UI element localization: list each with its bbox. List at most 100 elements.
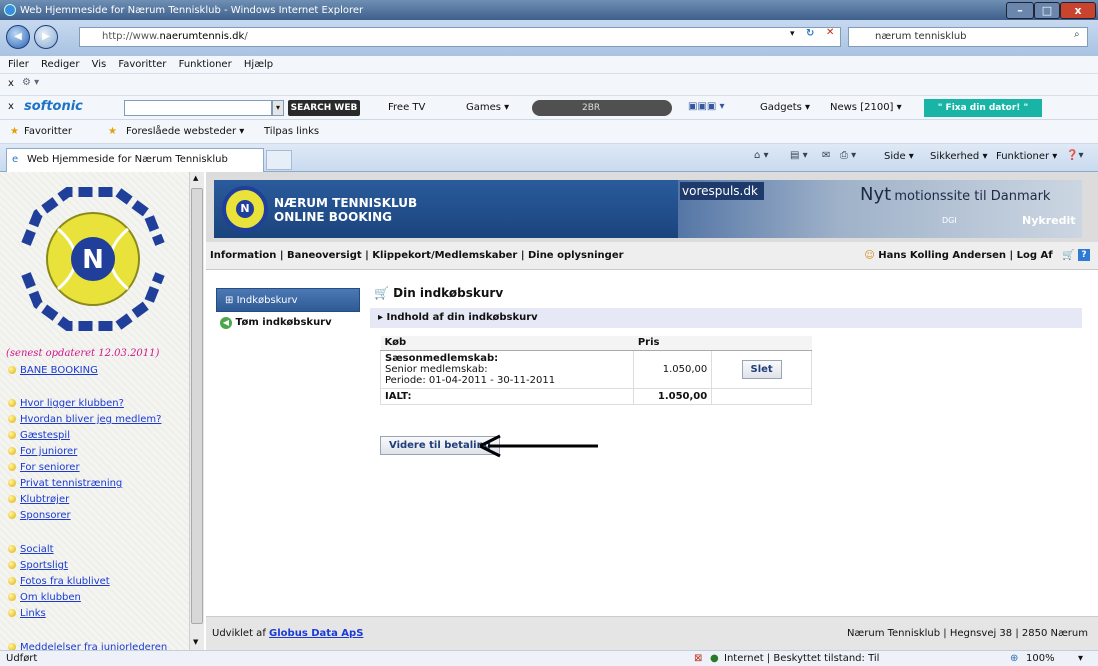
link-private-training[interactable]: Privat tennistræning: [8, 478, 122, 489]
arrow-annotation: [479, 434, 598, 458]
menu-file[interactable]: Filer: [8, 59, 29, 70]
gadgets-label: Gadgets: [760, 102, 802, 113]
empty-basket-label: Tøm indkøbskurv: [235, 317, 332, 328]
address-bar[interactable]: http://www.naerumtennis.dk/: [79, 27, 841, 47]
scroll-thumb[interactable]: [191, 188, 203, 624]
footer-developer-link[interactable]: Globus Data ApS: [269, 628, 363, 639]
site-header: N NÆRUM TENNISKLUB ONLINE BOOKING voresp…: [206, 172, 1098, 242]
search-input[interactable]: nærum tennisklub: [848, 27, 1088, 47]
empty-basket-button[interactable]: ◀ Tøm indkøbskurv: [216, 312, 361, 334]
col-item-header: Køb: [380, 336, 634, 351]
maximize-button[interactable]: □: [1034, 2, 1060, 19]
booking-banner: N NÆRUM TENNISKLUB ONLINE BOOKING voresp…: [214, 180, 1082, 238]
new-tab-button[interactable]: [266, 150, 292, 170]
link-membership[interactable]: Hvordan bliver jeg medlem?: [8, 414, 161, 425]
menu-view[interactable]: Vis: [92, 59, 107, 70]
mail-icon[interactable]: ✉: [822, 150, 830, 161]
softonic-search-input[interactable]: [124, 100, 272, 116]
item-action-cell: Slet: [711, 349, 812, 389]
safety-menu[interactable]: Sikkerhed ▾: [930, 151, 987, 162]
link-guest-play[interactable]: Gæstespil: [8, 430, 70, 441]
link-sports[interactable]: Sportsligt: [8, 560, 68, 571]
tools-menu[interactable]: Funktioner ▾: [996, 151, 1057, 162]
link-junior-messages[interactable]: Meddelelser fra juniorlederen: [8, 642, 167, 650]
updated-note: (senest opdateret 12.03.2011): [6, 348, 160, 359]
status-bar: Udført ⊠ ● Internet | Beskyttet tilstand…: [0, 650, 1098, 666]
minimize-button[interactable]: –: [1006, 2, 1034, 19]
zoom-icon[interactable]: ⊕: [1010, 651, 1018, 666]
cart-title-text: Din indkøbskurv: [393, 286, 504, 300]
search-web-button[interactable]: SEARCH WEB: [288, 100, 360, 116]
link-links[interactable]: Links: [8, 608, 46, 619]
close-toolbar-icon[interactable]: x: [8, 78, 14, 89]
add-favorite-icon[interactable]: ★: [108, 120, 117, 144]
cart-icon[interactable]: 🛒: [1062, 250, 1074, 261]
item-line1: Senior medlemskab:: [385, 363, 488, 375]
custom-links-link[interactable]: Tilpas links: [264, 120, 319, 144]
url-suffix: /: [244, 31, 248, 42]
link-juniors[interactable]: For juniorer: [8, 446, 77, 457]
help-icon[interactable]: ❓▾: [1066, 150, 1083, 161]
scroll-up-icon[interactable]: ▲: [193, 174, 198, 182]
banner-title-line2: ONLINE BOOKING: [274, 210, 392, 224]
link-location[interactable]: Hvor ligger klubben?: [8, 398, 124, 409]
left-frame: N (senest opdateret 12.03.2011) BANE BOO…: [0, 172, 204, 650]
user-logout-link[interactable]: Hans Kolling Andersen | Log Af: [878, 250, 1052, 261]
gadgets-button[interactable]: Gadgets ▾: [760, 102, 810, 113]
basket-label: Indkøbskurv: [236, 295, 298, 306]
site-footer: Udviklet af Globus Data ApS Nærum Tennis…: [206, 616, 1098, 650]
back-button[interactable]: ◀: [6, 25, 30, 49]
address-dropdown-icon[interactable]: ▾: [790, 29, 795, 39]
zone-text[interactable]: Internet | Beskyttet tilstand: Til: [724, 651, 879, 666]
print-icon[interactable]: ⎙ ▾: [840, 150, 856, 161]
suggested-sites-link[interactable]: Foreslåede websteder ▾: [126, 120, 244, 144]
help-icon[interactable]: ?: [1078, 249, 1090, 261]
free-tv-button[interactable]: Free TV: [388, 102, 425, 113]
delete-button[interactable]: Slet: [741, 359, 782, 379]
fix-computer-button[interactable]: " Fixa din dator! ": [924, 99, 1042, 117]
link-social[interactable]: Socialt: [8, 544, 54, 555]
radio-player[interactable]: 2BR: [532, 100, 672, 116]
menu-edit[interactable]: Rediger: [41, 59, 79, 70]
page-menu[interactable]: Side ▾: [884, 151, 914, 162]
favorites-button[interactable]: Favoritter: [24, 120, 72, 144]
nav-links[interactable]: Information | Baneoversigt | Klippekort/…: [210, 250, 624, 261]
banner-title-line1: NÆRUM TENNISKLUB: [274, 196, 418, 210]
link-sponsors[interactable]: Sponsorer: [8, 510, 71, 521]
softonic-dropdown-icon[interactable]: ▾: [272, 100, 284, 116]
club-logo: N: [21, 187, 165, 331]
menu-tools[interactable]: Funktioner: [179, 59, 232, 70]
link-seniors[interactable]: For seniorer: [8, 462, 80, 473]
close-softonic-icon[interactable]: x: [8, 101, 14, 112]
zoom-level[interactable]: 100%: [1026, 651, 1055, 666]
scroll-down-icon[interactable]: ▼: [193, 638, 198, 646]
forward-button[interactable]: ▶: [34, 25, 58, 49]
browser-tab[interactable]: e Web Hjemmeside for Nærum Tennisklub: [6, 148, 264, 172]
basket-button[interactable]: ⊞ Indkøbskurv: [216, 288, 360, 312]
close-button[interactable]: x: [1060, 2, 1096, 19]
link-bane-booking[interactable]: BANE BOOKING: [8, 365, 98, 376]
menu-favorites[interactable]: Favoritter: [118, 59, 166, 70]
menu-help[interactable]: Hjælp: [244, 59, 273, 70]
toolbar-options-icon[interactable]: ⚙ ▾: [22, 77, 39, 88]
refresh-icon[interactable]: ↻: [806, 28, 814, 39]
footer-address: Nærum Tennisklub | Hegnsvej 38 | 2850 Næ…: [846, 628, 1088, 639]
status-text: Udført: [6, 653, 38, 664]
link-about[interactable]: Om klubben: [8, 592, 81, 603]
advert-banner[interactable]: vorespuls.dk Nyt motionssite til Danmark…: [678, 180, 1082, 238]
news-button[interactable]: News [2100] ▾: [830, 102, 902, 113]
left-scrollbar[interactable]: ▲ ▼: [189, 172, 204, 650]
link-photos[interactable]: Fotos fra klublivet: [8, 576, 110, 587]
social-icons[interactable]: ▣▣▣ ▾: [688, 101, 725, 112]
search-icon[interactable]: ⌕: [1074, 29, 1080, 40]
games-button[interactable]: Games ▾: [466, 102, 509, 113]
stop-icon[interactable]: ✕: [826, 27, 834, 38]
col-action-header: [711, 336, 812, 351]
subtitle-bullet-icon: ▸: [378, 312, 384, 323]
home-icon[interactable]: ⌂ ▾: [754, 150, 769, 161]
zoom-dropdown-icon[interactable]: ▾: [1078, 651, 1083, 666]
link-club-shirts[interactable]: Klubtrøjer: [8, 494, 69, 505]
main-frame: N NÆRUM TENNISKLUB ONLINE BOOKING voresp…: [206, 172, 1098, 650]
window-title: Web Hjemmeside for Nærum Tennisklub - Wi…: [20, 4, 364, 16]
feeds-icon[interactable]: ▤ ▾: [790, 150, 808, 161]
